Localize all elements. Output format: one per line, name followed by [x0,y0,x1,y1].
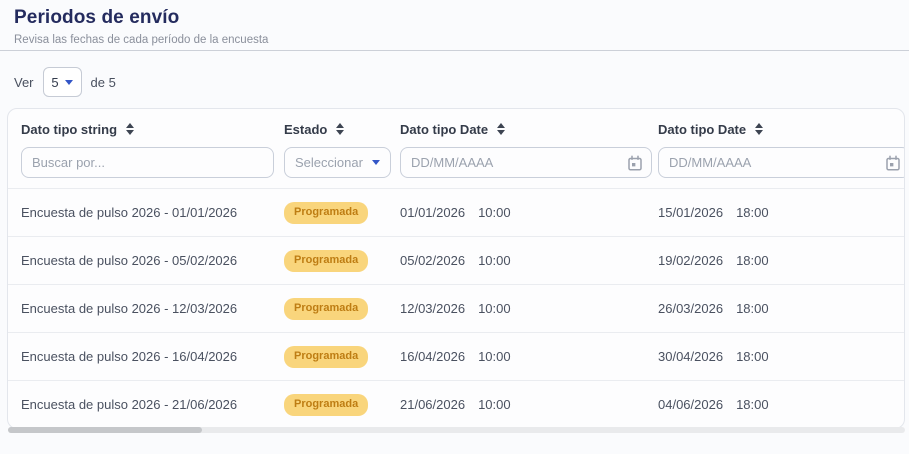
table-filter-row: Seleccionar [8,143,904,188]
status-badge: Programada [284,202,368,224]
period-name: Encuesta de pulso 2026 - 16/04/2026 [21,349,284,364]
page-size-value: 5 [51,75,58,90]
end-date: 19/02/2026 [658,253,723,268]
estado-filter-select[interactable]: Seleccionar [284,147,391,178]
sort-arrows-icon[interactable] [497,123,505,135]
horizontal-scrollbar[interactable] [8,427,905,433]
periods-table: Dato tipo string Estado Dato tipo Date D… [7,108,905,429]
horizontal-scrollbar-thumb[interactable] [8,427,202,433]
end-time: 18:00 [736,253,769,268]
search-input[interactable] [21,147,274,178]
column-header-date-start[interactable]: Dato tipo Date [400,122,658,137]
end-date: 15/01/2026 [658,205,723,220]
start-time: 10:00 [478,397,511,412]
select-placeholder: Seleccionar [295,155,363,170]
page-title: Periodos de envío [14,7,895,29]
table-row[interactable]: Encuesta de pulso 2026 - 16/04/2026 Prog… [8,332,904,380]
period-name: Encuesta de pulso 2026 - 12/03/2026 [21,301,284,316]
chevron-down-icon [65,80,73,85]
column-header-label: Estado [284,122,327,137]
period-name: Encuesta de pulso 2026 - 01/01/2026 [21,205,284,220]
table-header-row: Dato tipo string Estado Dato tipo Date D… [8,109,904,143]
sort-arrows-icon[interactable] [126,123,134,135]
start-date: 05/02/2026 [400,253,465,268]
column-header-label: Dato tipo string [21,122,117,137]
table-row[interactable]: Encuesta de pulso 2026 - 01/01/2026 Prog… [8,188,904,236]
start-date: 01/01/2026 [400,205,465,220]
start-date: 21/06/2026 [400,397,465,412]
start-time: 10:00 [478,253,511,268]
status-badge: Programada [284,346,368,368]
end-time: 18:00 [736,205,769,220]
calendar-icon[interactable] [626,154,644,172]
ver-label: Ver [14,75,34,90]
start-date: 16/04/2026 [400,349,465,364]
period-name: Encuesta de pulso 2026 - 21/06/2026 [21,397,284,412]
chevron-down-icon [372,160,380,165]
status-badge: Programada [284,394,368,416]
column-header-label: Dato tipo Date [400,122,488,137]
sort-arrows-icon[interactable] [336,123,344,135]
period-name: Encuesta de pulso 2026 - 05/02/2026 [21,253,284,268]
calendar-icon[interactable] [884,154,902,172]
column-header-date-end[interactable]: Dato tipo Date [658,122,900,137]
end-time: 18:00 [736,397,769,412]
start-date: 12/03/2026 [400,301,465,316]
end-date: 30/04/2026 [658,349,723,364]
pagination-toolbar: Ver 5 de 5 [14,67,909,97]
table-row[interactable]: Encuesta de pulso 2026 - 21/06/2026 Prog… [8,380,904,428]
end-time: 18:00 [736,349,769,364]
start-time: 10:00 [478,301,511,316]
total-label: de 5 [91,75,116,90]
sort-arrows-icon[interactable] [755,123,763,135]
status-badge: Programada [284,250,368,272]
end-time: 18:00 [736,301,769,316]
column-header-estado[interactable]: Estado [284,122,400,137]
end-date: 04/06/2026 [658,397,723,412]
page-subtitle: Revisa las fechas de cada período de la … [14,34,895,46]
column-header-string[interactable]: Dato tipo string [21,122,284,137]
start-time: 10:00 [478,205,511,220]
start-time: 10:00 [478,349,511,364]
table-row[interactable]: Encuesta de pulso 2026 - 12/03/2026 Prog… [8,284,904,332]
column-header-label: Dato tipo Date [658,122,746,137]
page-header: Periodos de envío Revisa las fechas de c… [0,0,909,51]
start-date-filter-input[interactable] [400,147,652,178]
status-badge: Programada [284,298,368,320]
table-row[interactable]: Encuesta de pulso 2026 - 05/02/2026 Prog… [8,236,904,284]
end-date-filter-input[interactable] [658,147,905,178]
end-date: 26/03/2026 [658,301,723,316]
page-size-select[interactable]: 5 [43,67,82,97]
